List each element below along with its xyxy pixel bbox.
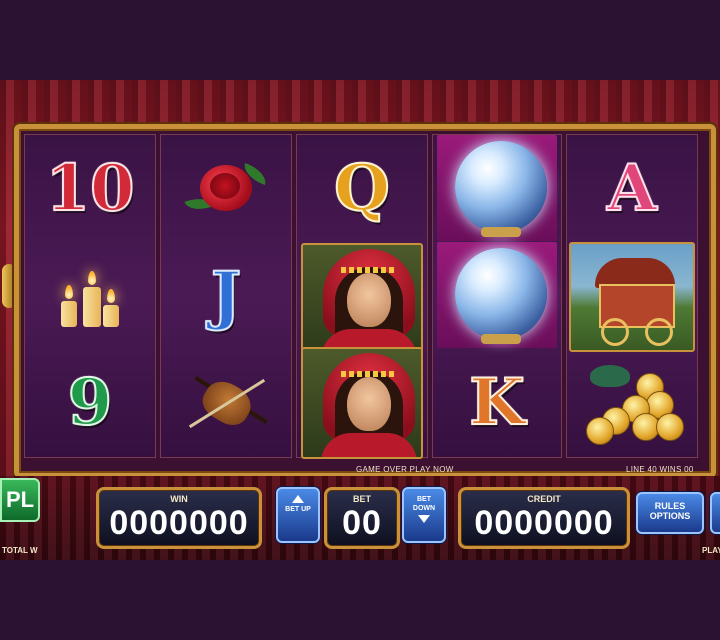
rules-label: RULES [654, 501, 686, 511]
symbol-king: K [433, 349, 561, 456]
arrow-up-icon [292, 495, 304, 503]
credit-label: CREDIT [527, 494, 561, 504]
bottom-band [0, 560, 720, 640]
symbol-queen: Q [297, 135, 427, 242]
reel-3: Q [296, 134, 428, 459]
game-status-message: GAME OVER PLAY NOW [356, 465, 454, 474]
total-win-label: TOTAL W [2, 546, 38, 555]
rose-icon [184, 159, 270, 219]
reel-2: J [160, 134, 292, 458]
win-value: 0000000 [109, 504, 249, 542]
symbol-crystal-ball [437, 242, 557, 348]
symbol-nine-label: 9 [67, 364, 114, 440]
bet-up-button[interactable]: BET UP [276, 487, 320, 543]
play-button-label: PL [5, 487, 35, 512]
symbol-nine: 9 [25, 349, 155, 456]
reel-4: K [432, 134, 562, 458]
options-label: OPTIONS [649, 511, 691, 521]
symbol-ace: A [567, 135, 697, 242]
win-label: WIN [170, 494, 188, 504]
win-panel: WIN 0000000 [96, 487, 262, 549]
bet-down-label: BET DOWN [412, 496, 436, 512]
crystal-ball-icon [455, 248, 547, 340]
symbol-crystal-ball [437, 135, 557, 241]
symbol-gold-coins [567, 349, 697, 456]
bet-up-label: BET UP [285, 506, 311, 513]
candles-icon [55, 261, 125, 331]
reel-5: A [566, 134, 698, 458]
symbol-violin [161, 349, 291, 456]
violin-icon [181, 368, 271, 438]
reel-1: 10 9 [24, 134, 156, 458]
symbol-jack-label: J [210, 257, 242, 333]
line-wins-message: LINE 40 WINS 00 [626, 465, 694, 474]
symbol-jack: J [161, 242, 291, 349]
credit-value: 0000000 [474, 504, 614, 542]
rules-options-button[interactable]: RULES OPTIONS [636, 492, 704, 534]
symbol-king-label: K [468, 364, 526, 440]
symbol-fortune-teller [301, 347, 423, 459]
partial-right-button[interactable] [710, 492, 720, 534]
bet-down-button[interactable]: BET DOWN [402, 487, 446, 543]
top-band [0, 0, 720, 80]
arrow-down-icon [418, 515, 430, 523]
symbol-fortune-teller [301, 243, 423, 355]
symbol-ten-label: 10 [44, 150, 135, 226]
symbol-queen-label: Q [333, 150, 391, 226]
bet-label: BET [353, 494, 371, 504]
credit-panel: CREDIT 0000000 [458, 487, 630, 549]
symbol-ten: 10 [25, 135, 155, 242]
gold-coins-icon [582, 363, 684, 445]
symbol-candles [25, 242, 155, 349]
symbol-rose [161, 135, 291, 242]
bet-value: 00 [342, 504, 382, 542]
bet-panel: BET 00 [324, 487, 400, 549]
play-button[interactable]: PL [0, 478, 40, 522]
crystal-ball-icon [455, 141, 547, 233]
symbol-ace-label: A [606, 150, 658, 226]
play-label-edge: PLAY [702, 546, 720, 555]
symbol-wagon [569, 242, 695, 352]
